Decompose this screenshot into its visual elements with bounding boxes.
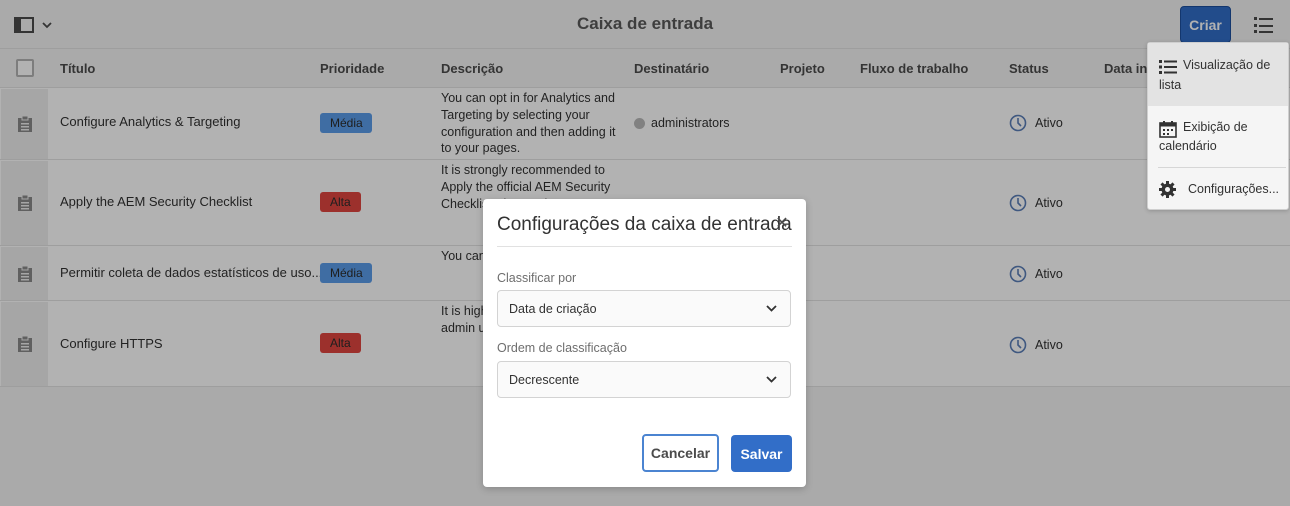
view-switcher-popover: Visualização de lista Exibição de calend… <box>1147 42 1289 210</box>
menu-item-label: lista <box>1159 78 1182 92</box>
chevron-down-icon <box>766 376 777 383</box>
menu-item-label: calendário <box>1159 139 1217 153</box>
sort-by-label: Classificar por <box>497 271 577 285</box>
menu-item-list-view[interactable]: Visualização de lista <box>1148 43 1288 106</box>
cancel-button[interactable]: Cancelar <box>642 434 719 472</box>
dialog-divider <box>497 246 792 247</box>
sort-order-value: Decrescente <box>509 373 580 387</box>
sort-order-select[interactable]: Decrescente <box>497 361 791 398</box>
calendar-icon <box>1159 121 1177 138</box>
save-button[interactable]: Salvar <box>731 435 792 472</box>
close-icon[interactable]: ✕ <box>774 216 790 232</box>
sort-by-value: Data de criação <box>509 302 597 316</box>
chevron-down-icon <box>766 305 777 312</box>
dialog-title: Configurações da caixa de entrada <box>497 214 792 235</box>
menu-divider <box>1158 167 1286 168</box>
menu-item-settings[interactable]: Configurações... <box>1148 171 1288 207</box>
menu-item-label: Configurações... <box>1188 182 1280 196</box>
gear-icon <box>1159 181 1176 198</box>
list-view-icon <box>1159 60 1177 74</box>
sort-order-label: Ordem de classificação <box>497 341 627 355</box>
menu-item-calendar-view[interactable]: Exibição de calendário <box>1148 106 1288 164</box>
sort-by-select[interactable]: Data de criação <box>497 290 791 327</box>
menu-item-label: Visualização de <box>1183 58 1271 72</box>
menu-item-label: Exibição de <box>1183 120 1248 134</box>
inbox-settings-dialog: Configurações da caixa de entrada ✕ Clas… <box>483 199 806 487</box>
